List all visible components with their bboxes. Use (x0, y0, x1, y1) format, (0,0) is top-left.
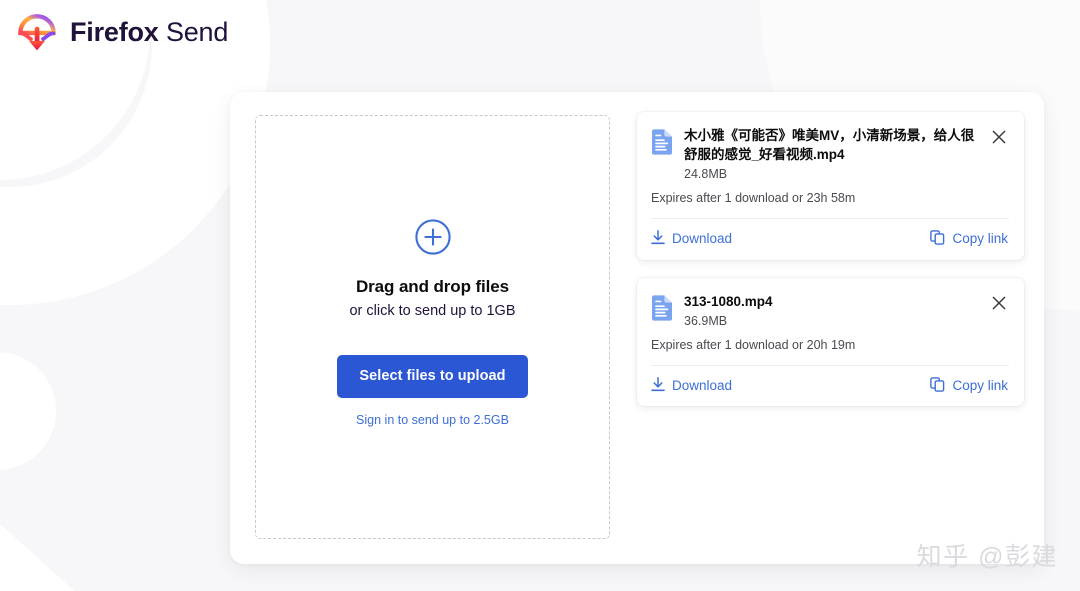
document-icon (651, 292, 673, 321)
firefox-send-parachute-logo[interactable] (16, 11, 58, 53)
wordmark-firefox: Firefox (70, 16, 159, 47)
file-meta: 木小雅《可能否》唯美MV，小清新场景，给人很舒服的感觉_好看视频.mp4 24.… (684, 126, 978, 181)
download-icon (651, 230, 665, 248)
close-icon[interactable] (989, 127, 1009, 147)
file-name: 木小雅《可能否》唯美MV，小清新场景，给人很舒服的感觉_好看视频.mp4 (684, 128, 975, 163)
file-dropzone[interactable]: Drag and drop files or click to send up … (255, 115, 610, 539)
wordmark-send: Send (165, 16, 229, 47)
bg-bar-diagonal (0, 488, 183, 591)
file-card-header: 313-1080.mp4 36.9MB (651, 292, 1009, 328)
copy-link-button[interactable]: Copy link (930, 230, 1008, 248)
download-button[interactable]: Download (651, 377, 732, 395)
watermark: 知乎 @彭建 (916, 543, 1058, 571)
download-label: Download (672, 377, 733, 393)
file-expiry: Expires after 1 download or 20h 19m (651, 337, 856, 352)
close-icon[interactable] (989, 293, 1009, 313)
download-icon (651, 377, 665, 395)
file-card-header: 木小雅《可能否》唯美MV，小清新场景，给人很舒服的感觉_好看视频.mp4 24.… (651, 126, 1009, 181)
file-card: 313-1080.mp4 36.9MB Expires after 1 down… (637, 277, 1024, 407)
file-size: 36.9MB (684, 313, 728, 328)
file-card-actions: Download Copy link (651, 364, 1009, 407)
download-button[interactable]: Download (651, 230, 732, 248)
file-meta: 313-1080.mp4 36.9MB (684, 292, 978, 328)
files-list: 木小雅《可能否》唯美MV，小清新场景，给人很舒服的感觉_好看视频.mp4 24.… (631, 92, 1044, 564)
main-card: Drag and drop files or click to send up … (230, 92, 1044, 564)
copy-link-icon (930, 230, 945, 248)
app-header: Firefox Send (16, 11, 228, 53)
dropzone-title: Drag and drop files (355, 276, 509, 296)
file-card: 木小雅《可能否》唯美MV，小清新场景，给人很舒服的感觉_好看视频.mp4 24.… (637, 112, 1024, 260)
bg-circle-small (0, 352, 56, 470)
app-wordmark: Firefox Send (70, 16, 229, 47)
download-label: Download (672, 231, 733, 247)
sign-in-link[interactable]: Sign in to send up to 2.5GB (356, 413, 509, 427)
copy-link-button[interactable]: Copy link (930, 377, 1008, 395)
file-expiry: Expires after 1 download or 23h 58m (651, 191, 856, 206)
select-files-button[interactable]: Select files to upload (337, 354, 528, 398)
document-icon (651, 126, 673, 155)
dropzone-subtitle: or click to send up to 1GB (349, 302, 516, 319)
file-name: 313-1080.mp4 (684, 293, 773, 309)
copy-link-label: Copy link (952, 377, 1008, 393)
copy-link-icon (930, 377, 945, 395)
file-card-actions: Download Copy link (651, 218, 1009, 260)
file-size: 24.8MB (684, 167, 728, 182)
plus-circle-icon[interactable] (414, 218, 452, 277)
upload-column: Drag and drop files or click to send up … (230, 92, 631, 564)
copy-link-label: Copy link (952, 231, 1008, 247)
